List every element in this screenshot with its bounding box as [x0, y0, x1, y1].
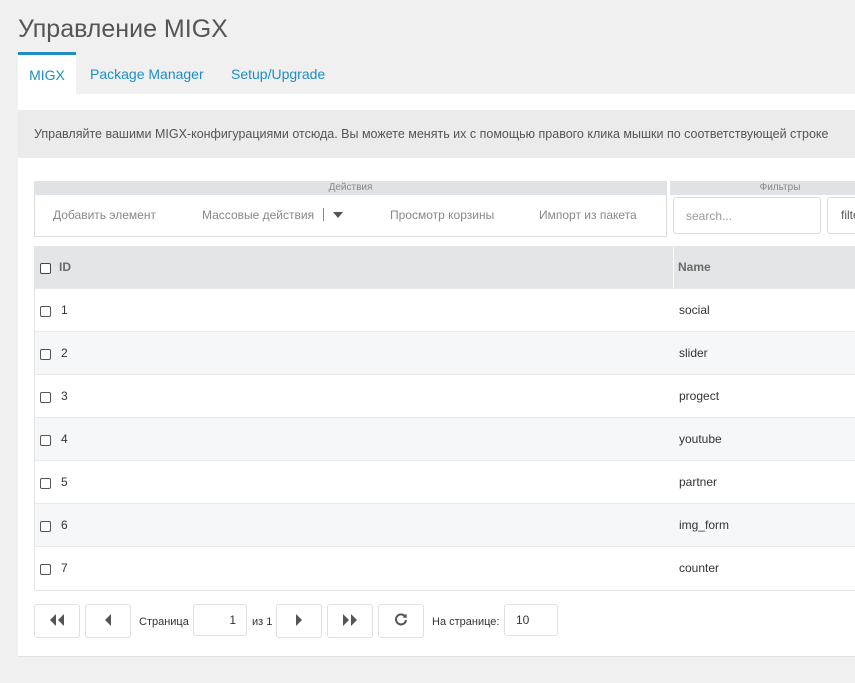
triangle-right-icon [296, 614, 302, 626]
row-checkbox[interactable] [40, 392, 51, 403]
table-row[interactable]: 2 slider [35, 331, 855, 374]
next-page-button[interactable] [276, 604, 322, 638]
cell-name: counter [679, 561, 720, 575]
page-number-input[interactable] [193, 604, 247, 636]
row-checkbox[interactable] [40, 521, 51, 532]
triangle-left-icon [105, 614, 111, 626]
cell-id: 4 [61, 432, 68, 446]
row-checkbox[interactable] [40, 306, 51, 317]
double-chevron-left-icon [50, 614, 64, 626]
page-label: Страница [139, 616, 189, 628]
bulk-actions-divider [323, 208, 325, 221]
cell-id: 3 [61, 389, 68, 403]
column-divider [673, 247, 674, 288]
cell-name: progect [679, 389, 720, 403]
info-description: Управляйте вашими MIGX-конфигурациями от… [18, 110, 855, 158]
double-chevron-right-icon [343, 614, 357, 626]
cell-name: slider [679, 346, 708, 360]
add-item-button[interactable]: Добавить элемент [53, 204, 156, 226]
table-row[interactable]: 7 counter [35, 546, 855, 590]
table-row[interactable]: 6 img_form [35, 503, 855, 546]
cell-name: partner [679, 475, 718, 489]
cell-id: 5 [61, 475, 68, 489]
actions-toolbar: Добавить элемент Массовые действия Просм… [34, 195, 667, 237]
column-header-name[interactable]: Name [678, 247, 711, 288]
search-input[interactable] [673, 197, 821, 234]
refresh-icon [395, 613, 407, 626]
tab-setup-upgrade[interactable]: Setup/Upgrade [231, 52, 325, 95]
migx-config-grid: ID Name 1 social 2 slider 3 progect 4 yo… [34, 246, 855, 591]
first-page-button[interactable] [34, 604, 80, 638]
cell-id: 6 [61, 518, 68, 532]
row-checkbox[interactable] [40, 435, 51, 446]
cell-name: social [679, 303, 710, 317]
row-checkbox[interactable] [40, 564, 51, 575]
cell-id: 1 [61, 303, 68, 317]
prev-page-button[interactable] [85, 604, 131, 638]
bulk-actions-button[interactable]: Массовые действия [202, 204, 344, 226]
import-package-button[interactable]: Импорт из пакета [539, 204, 637, 226]
caret-down-icon [333, 212, 344, 218]
page-count-label: из 1 [252, 616, 273, 628]
cell-id: 7 [61, 561, 68, 575]
bulk-actions-label: Массовые действия [202, 208, 315, 222]
table-row[interactable]: 4 youtube [35, 417, 855, 460]
column-header-id[interactable]: ID [59, 247, 71, 288]
row-checkbox[interactable] [40, 349, 51, 360]
cell-name: img_form [679, 518, 730, 532]
filter-select[interactable]: filter [827, 197, 855, 234]
row-checkbox[interactable] [40, 478, 51, 489]
table-row[interactable]: 1 social [35, 288, 855, 331]
last-page-button[interactable] [327, 604, 373, 638]
refresh-button[interactable] [378, 604, 424, 638]
grid-header: ID Name [35, 247, 855, 288]
per-page-input[interactable] [504, 604, 558, 636]
table-row[interactable]: 5 partner [35, 460, 855, 503]
per-page-label: На странице: [432, 616, 500, 628]
main-panel: Управляйте вашими MIGX-конфигурациями от… [18, 94, 855, 657]
view-trash-button[interactable]: Просмотр корзины [390, 204, 494, 226]
select-all-checkbox[interactable] [40, 263, 51, 274]
cell-id: 2 [61, 346, 68, 360]
table-row[interactable]: 3 progect [35, 374, 855, 417]
tab-package-manager[interactable]: Package Manager [90, 52, 204, 95]
cell-name: youtube [679, 432, 722, 446]
filters-group-title: Фильтры [670, 181, 855, 195]
page-title: Управление MIGX [18, 15, 228, 43]
actions-group-title: Действия [34, 181, 667, 195]
tab-migx[interactable]: MIGX [18, 52, 76, 95]
